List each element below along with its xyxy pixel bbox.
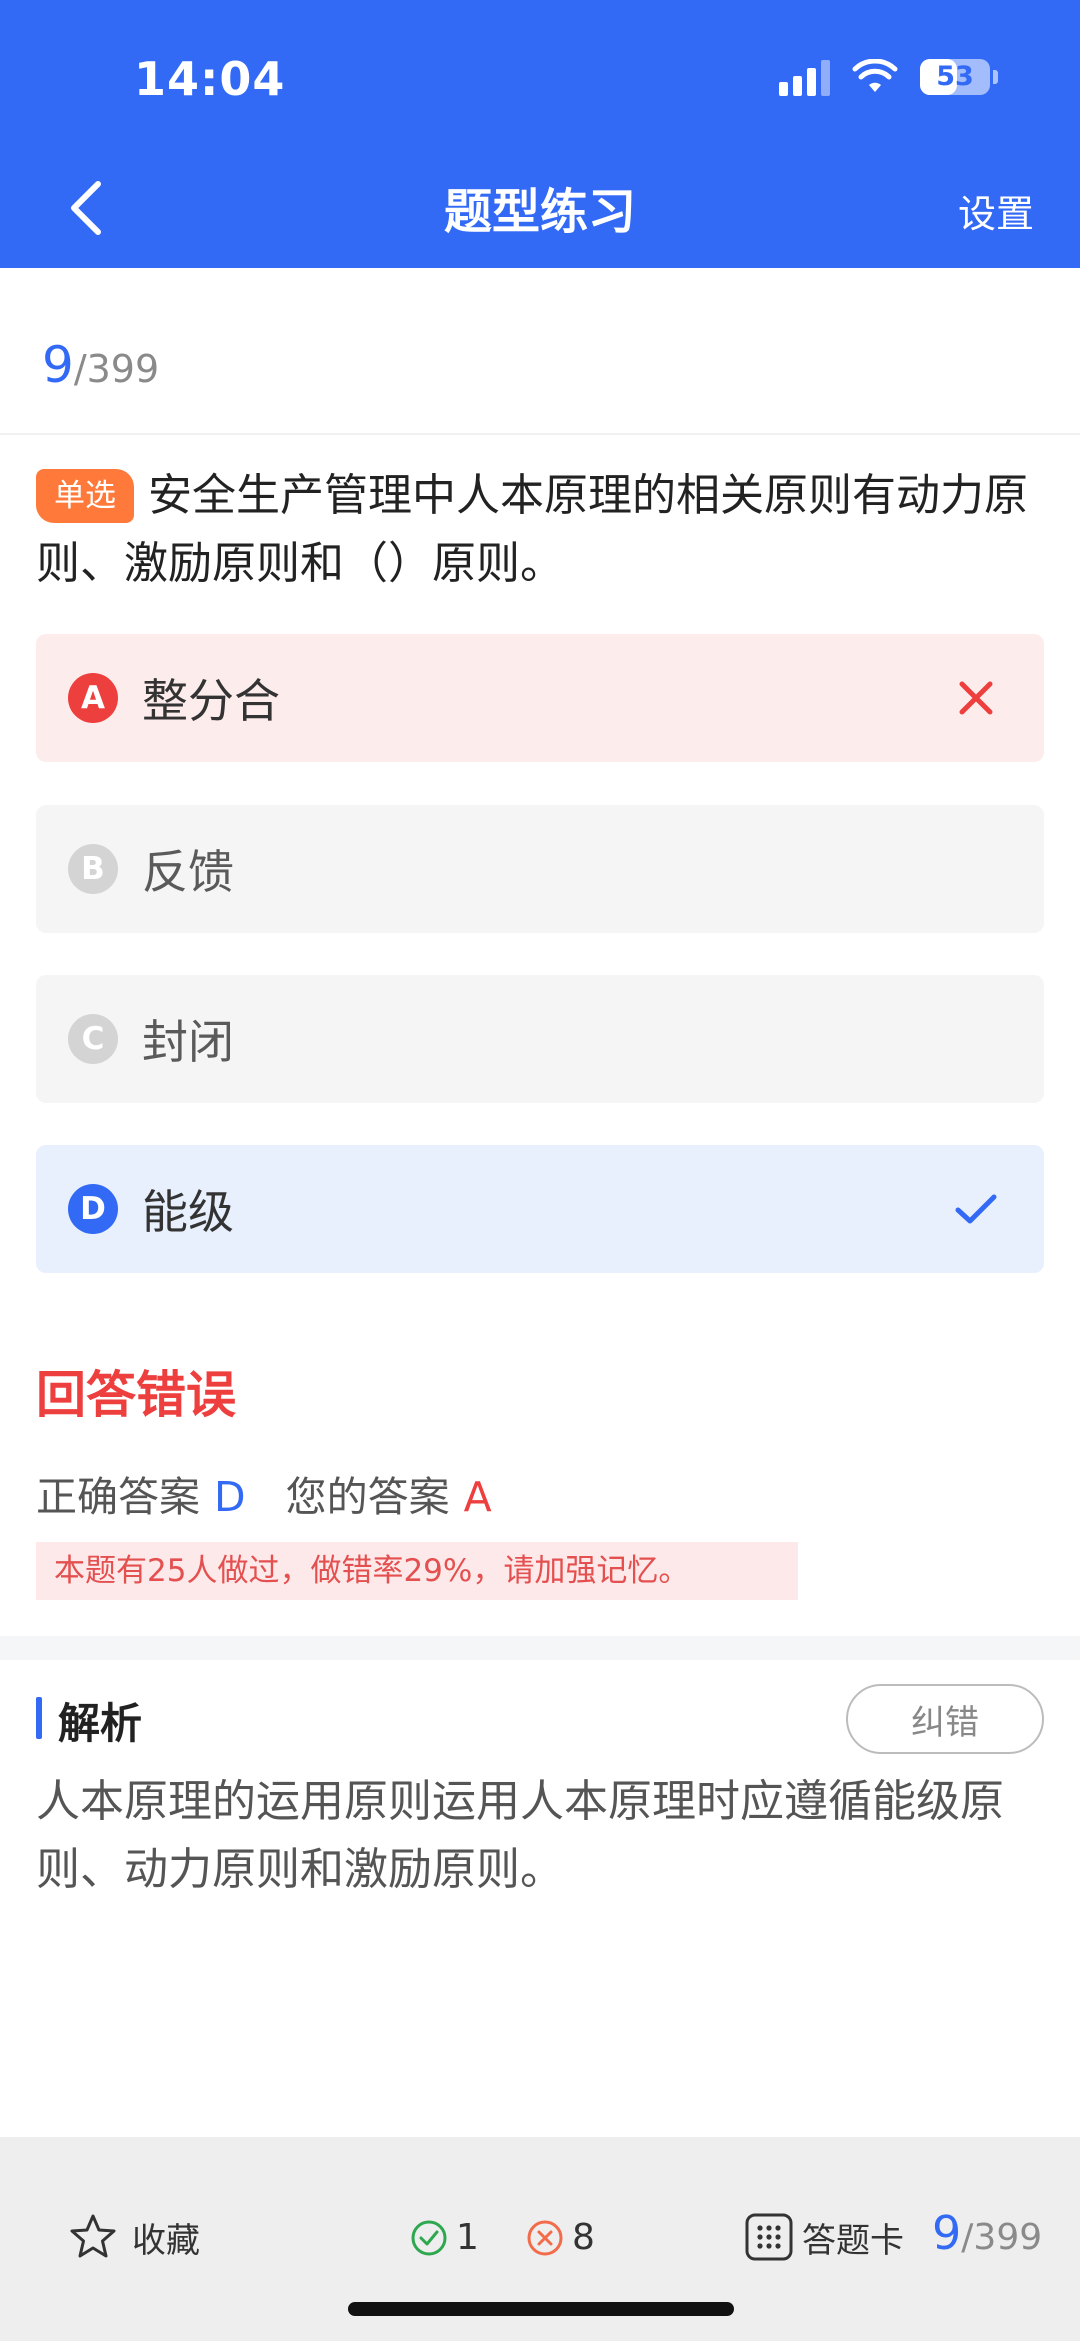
progress-current: 9 [42,336,74,394]
option-letter-c: C [68,1014,118,1064]
page-title: 题型练习 [443,184,636,240]
status-icons: 53 [779,58,998,96]
question-type-badge: 单选 [36,469,134,523]
your-answer-label: 您的答案 [285,1473,450,1521]
option-text-b: 反馈 [142,845,234,899]
battery-icon: 53 [920,59,998,95]
option-text-c: 封闭 [142,1015,234,1069]
report-error-button[interactable]: 纠错 [846,1684,1044,1754]
grid-icon [745,2213,793,2261]
option-letter-b: B [68,844,118,894]
correct-answer-value: D [214,1473,246,1521]
screen: 14:04 53 题型练习 设置 9/399 单选 安全生产管理中人本原理的相关… [0,0,1080,2341]
correct-count: 1 [410,2217,479,2258]
x-circle-icon [527,2220,563,2255]
star-icon [70,2214,116,2258]
option-letter-a: A [68,673,118,723]
correct-answer-label: 正确答案 [36,1473,200,1521]
settings-button[interactable]: 设置 [958,183,1034,238]
app-header: 14:04 53 题型练习 设置 [0,0,1080,268]
option-b[interactable]: B 反馈 [36,805,1044,933]
option-text-d: 能级 [142,1185,234,1239]
answer-card-label: 答题卡 [802,2220,904,2261]
question-stem: 单选 安全生产管理中人本原理的相关原则有动力原则、激励原则和（）原则。 [36,462,1046,598]
check-icon [955,1194,997,1224]
close-icon [959,681,993,715]
question-progress: 9/399 [42,336,159,394]
bottom-progress-current: 9 [932,2206,962,2260]
favorite-button[interactable]: 收藏 [68,2212,200,2262]
analysis-text: 人本原理的运用原则运用人本原理时应遵循能级原则、动力原则和激励原则。 [36,1776,1004,1895]
option-d[interactable]: D 能级 [36,1145,1044,1273]
progress-total: /399 [73,347,160,391]
your-answer-value: A [463,1473,492,1521]
wrong-count-value: 8 [572,2217,595,2258]
analysis-title: 解析 [58,1699,143,1748]
option-c[interactable]: C 封闭 [36,975,1044,1103]
divider [0,433,1080,435]
section-divider [0,1636,1080,1660]
error-rate-notice: 本题有25人做过，做错率29%，请加强记忆。 [36,1542,798,1600]
wrong-count: 8 [526,2217,595,2258]
home-indicator [348,2302,734,2316]
check-circle-icon [411,2220,447,2255]
battery-level: 53 [936,61,974,92]
analysis-accent-bar [36,1697,42,1739]
result-title: 回答错误 [36,1366,236,1424]
bottom-progress: 9/399 [932,2206,1042,2260]
favorite-label: 收藏 [132,2220,200,2261]
bottom-progress-total: /399 [961,2217,1043,2258]
signal-icon [779,58,830,96]
option-letter-d: D [68,1184,118,1234]
option-text-a: 整分合 [142,674,280,728]
correct-count-value: 1 [456,2217,479,2258]
status-time: 14:04 [134,52,286,106]
option-a[interactable]: A 整分合 [36,634,1044,762]
answer-card-button[interactable]: 答题卡 [744,2212,904,2262]
question-text: 安全生产管理中人本原理的相关原则有动力原则、激励原则和（）原则。 [36,470,1028,589]
wifi-icon [852,59,898,92]
answer-summary: 正确答案 D 您的答案 A [36,1463,492,1523]
